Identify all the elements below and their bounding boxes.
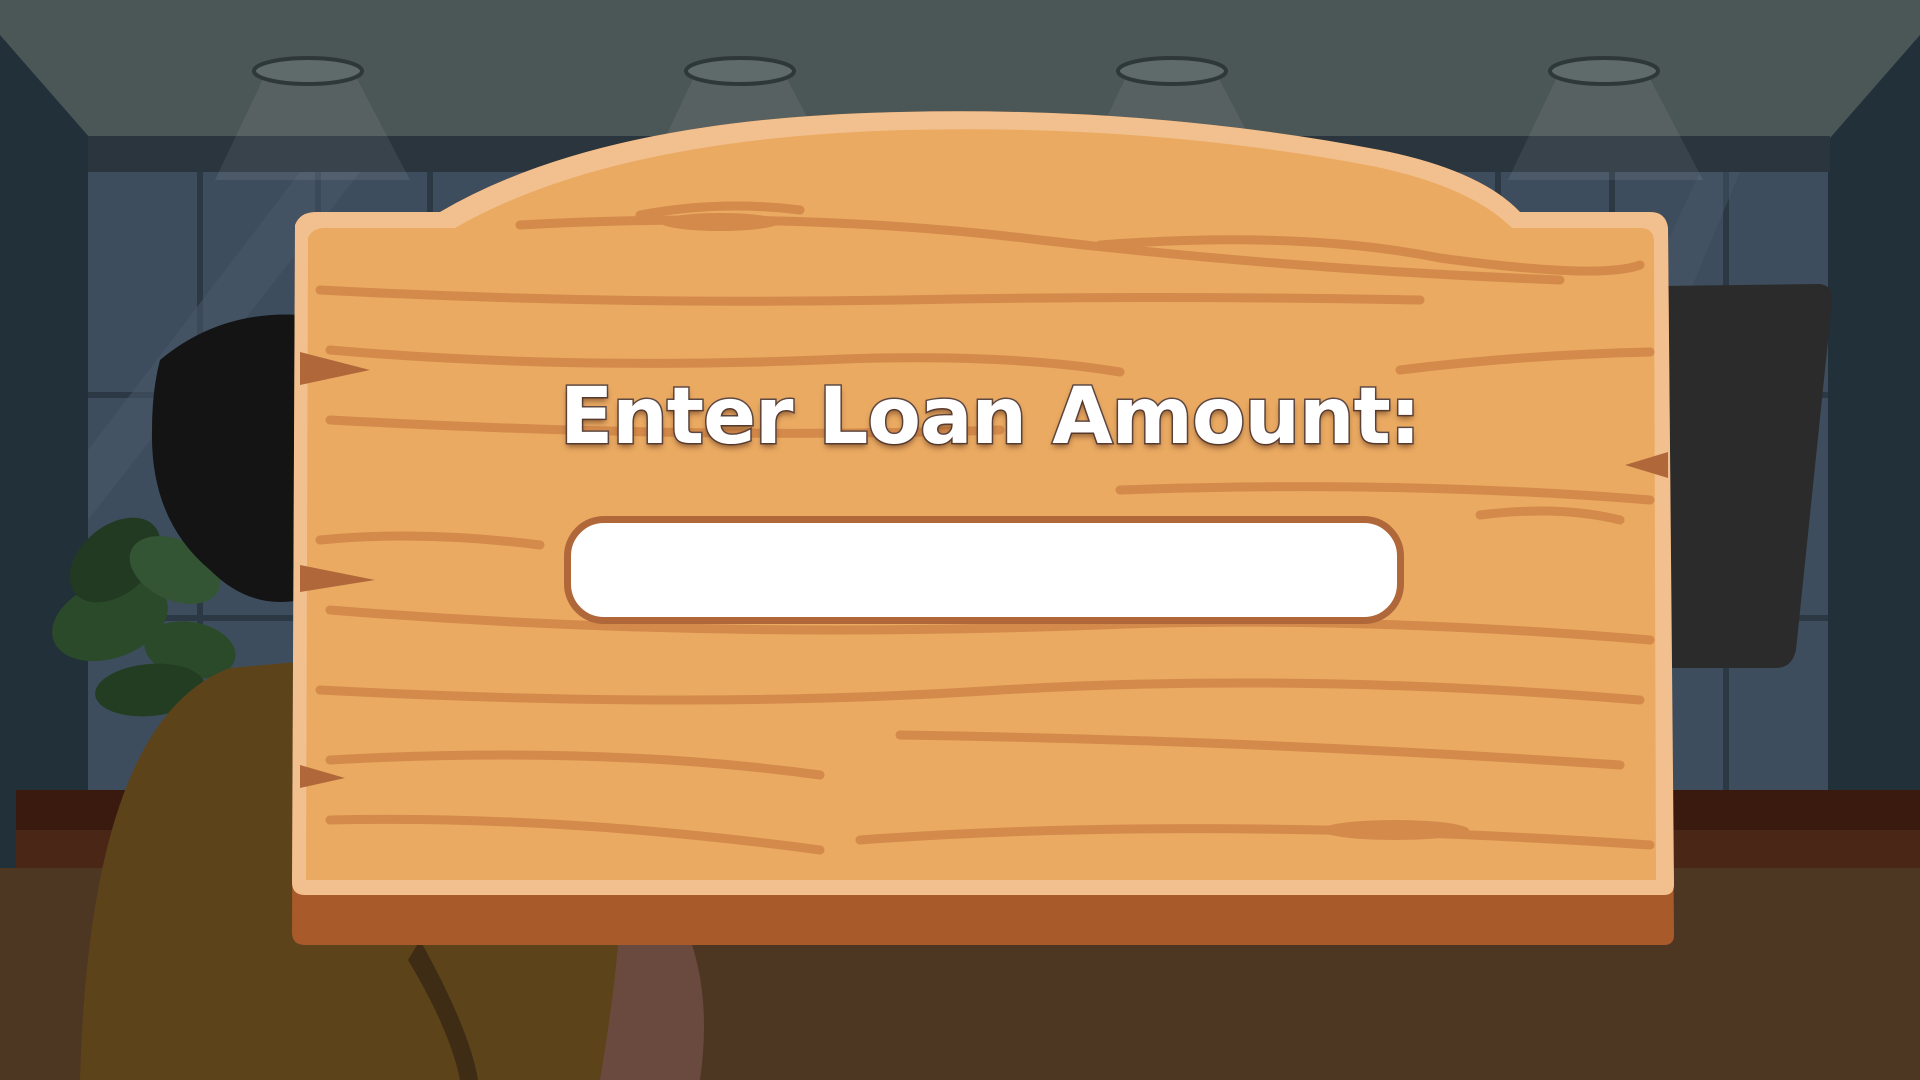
game-screen: Enter Loan Amount: [0, 0, 1920, 1080]
wood-knot [1321, 820, 1469, 840]
sign-title: Enter Loan Amount: [559, 371, 1423, 464]
loan-amount-input[interactable] [564, 516, 1404, 624]
wood-knot [660, 213, 780, 231]
